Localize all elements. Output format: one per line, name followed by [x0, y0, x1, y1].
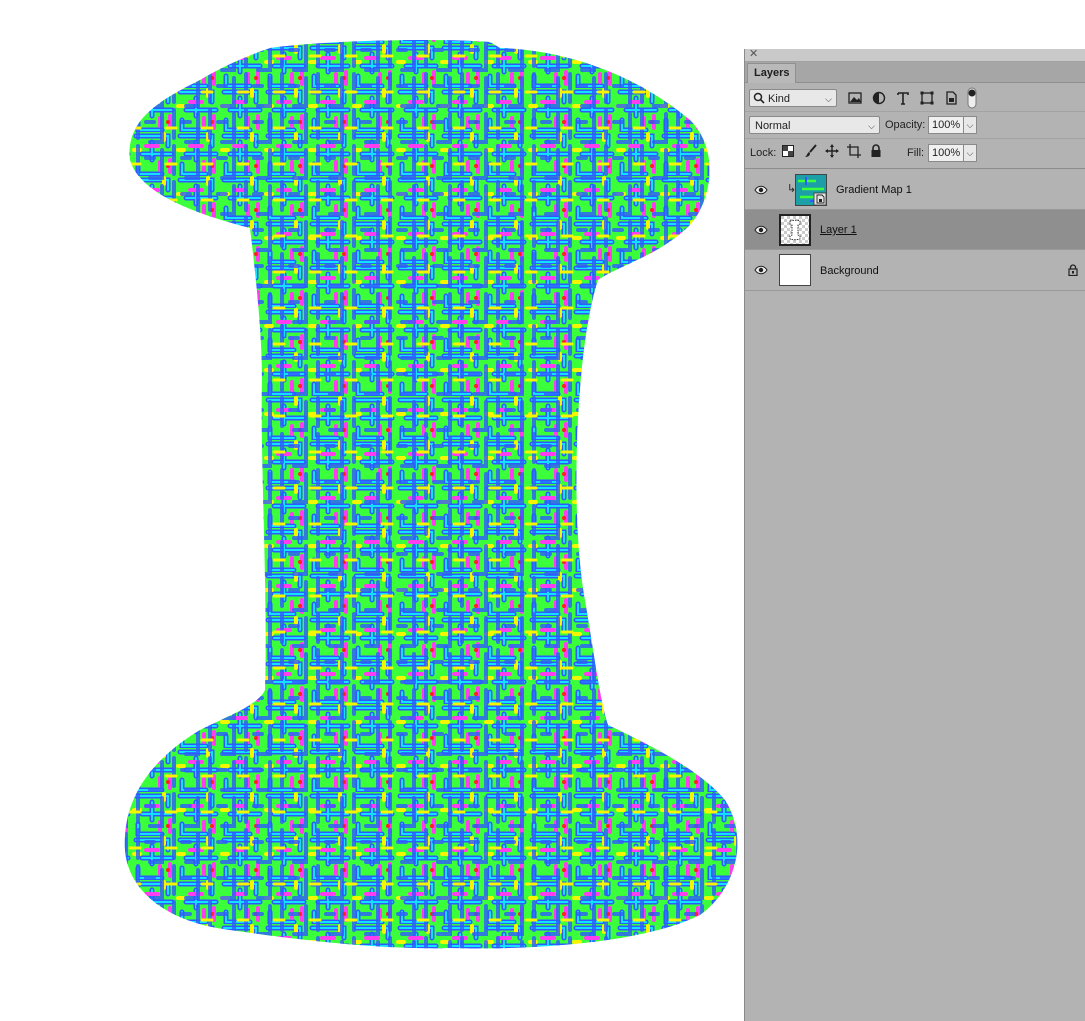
layer-thumbnail [779, 254, 811, 286]
layer-row-layer-1[interactable]: Layer 1 [745, 210, 1085, 250]
fill-slider-toggle[interactable]: ⌵ [963, 144, 977, 162]
image-filter-icon[interactable] [847, 90, 863, 106]
opacity-slider-toggle[interactable]: ⌵ [963, 116, 977, 134]
eye-icon[interactable] [754, 264, 768, 276]
layer-name[interactable]: Gradient Map 1 [836, 183, 912, 197]
layer-filter-row: Kind ⌵ [745, 83, 1085, 112]
layer-row-gradient-map[interactable]: ↳ Gradient Map 1 [745, 170, 1085, 210]
blend-mode-value: Normal [755, 120, 791, 132]
lock-paint-icon[interactable] [804, 144, 818, 158]
eye-icon[interactable] [754, 184, 768, 196]
search-icon [753, 92, 765, 104]
layer-name[interactable]: Background [820, 264, 879, 278]
chevron-down-icon: ⌵ [825, 94, 832, 104]
lock-artboard-icon[interactable] [847, 144, 861, 158]
smart-object-filter-icon[interactable] [943, 90, 959, 106]
lock-label: Lock: [750, 147, 777, 159]
eye-icon[interactable] [754, 224, 768, 236]
gradient-map-thumbnail [796, 175, 826, 205]
transparent-layer-thumbnail [781, 216, 809, 244]
fill-input[interactable]: 100% [928, 144, 964, 162]
shape-filter-icon[interactable] [919, 90, 935, 106]
layer-name[interactable]: Layer 1 [820, 223, 857, 237]
filter-toggle-icon[interactable] [967, 87, 977, 109]
layer-thumbnail [779, 214, 811, 246]
lock-move-icon[interactable] [825, 144, 839, 158]
layer-row-background[interactable]: Background [745, 250, 1085, 291]
chevron-down-icon: ⌵ [868, 121, 875, 131]
type-filter-icon[interactable] [895, 90, 911, 106]
filter-type-select[interactable]: Kind ⌵ [749, 89, 837, 107]
i-shape-artwork [124, 40, 738, 949]
filter-type-value: Kind [768, 93, 791, 105]
lock-icon[interactable] [1068, 264, 1078, 276]
layer-thumbnail [795, 174, 827, 206]
opacity-label: Opacity: [885, 119, 926, 131]
layers-panel: ✕ Layers Kind ⌵ Normal ⌵ Opacity: 100% ⌵… [744, 47, 1085, 1021]
fill-label: Fill: [907, 147, 925, 159]
adjustment-filter-icon[interactable] [871, 90, 887, 106]
tab-layers[interactable]: Layers [747, 63, 797, 83]
blend-opacity-row: Normal ⌵ Opacity: 100% ⌵ [745, 112, 1085, 139]
opacity-input[interactable]: 100% [928, 116, 964, 134]
panel-tab-strip: Layers [745, 62, 1085, 83]
panel-title-bar[interactable]: ✕ [745, 47, 1085, 62]
lock-transparent-icon[interactable] [782, 145, 794, 157]
close-icon[interactable]: ✕ [749, 47, 758, 61]
document-canvas[interactable] [0, 0, 744, 1021]
lock-fill-row: Lock: Fill: 100% ⌵ [745, 139, 1085, 169]
lock-all-icon[interactable] [870, 144, 882, 158]
blend-mode-select[interactable]: Normal ⌵ [749, 116, 880, 134]
